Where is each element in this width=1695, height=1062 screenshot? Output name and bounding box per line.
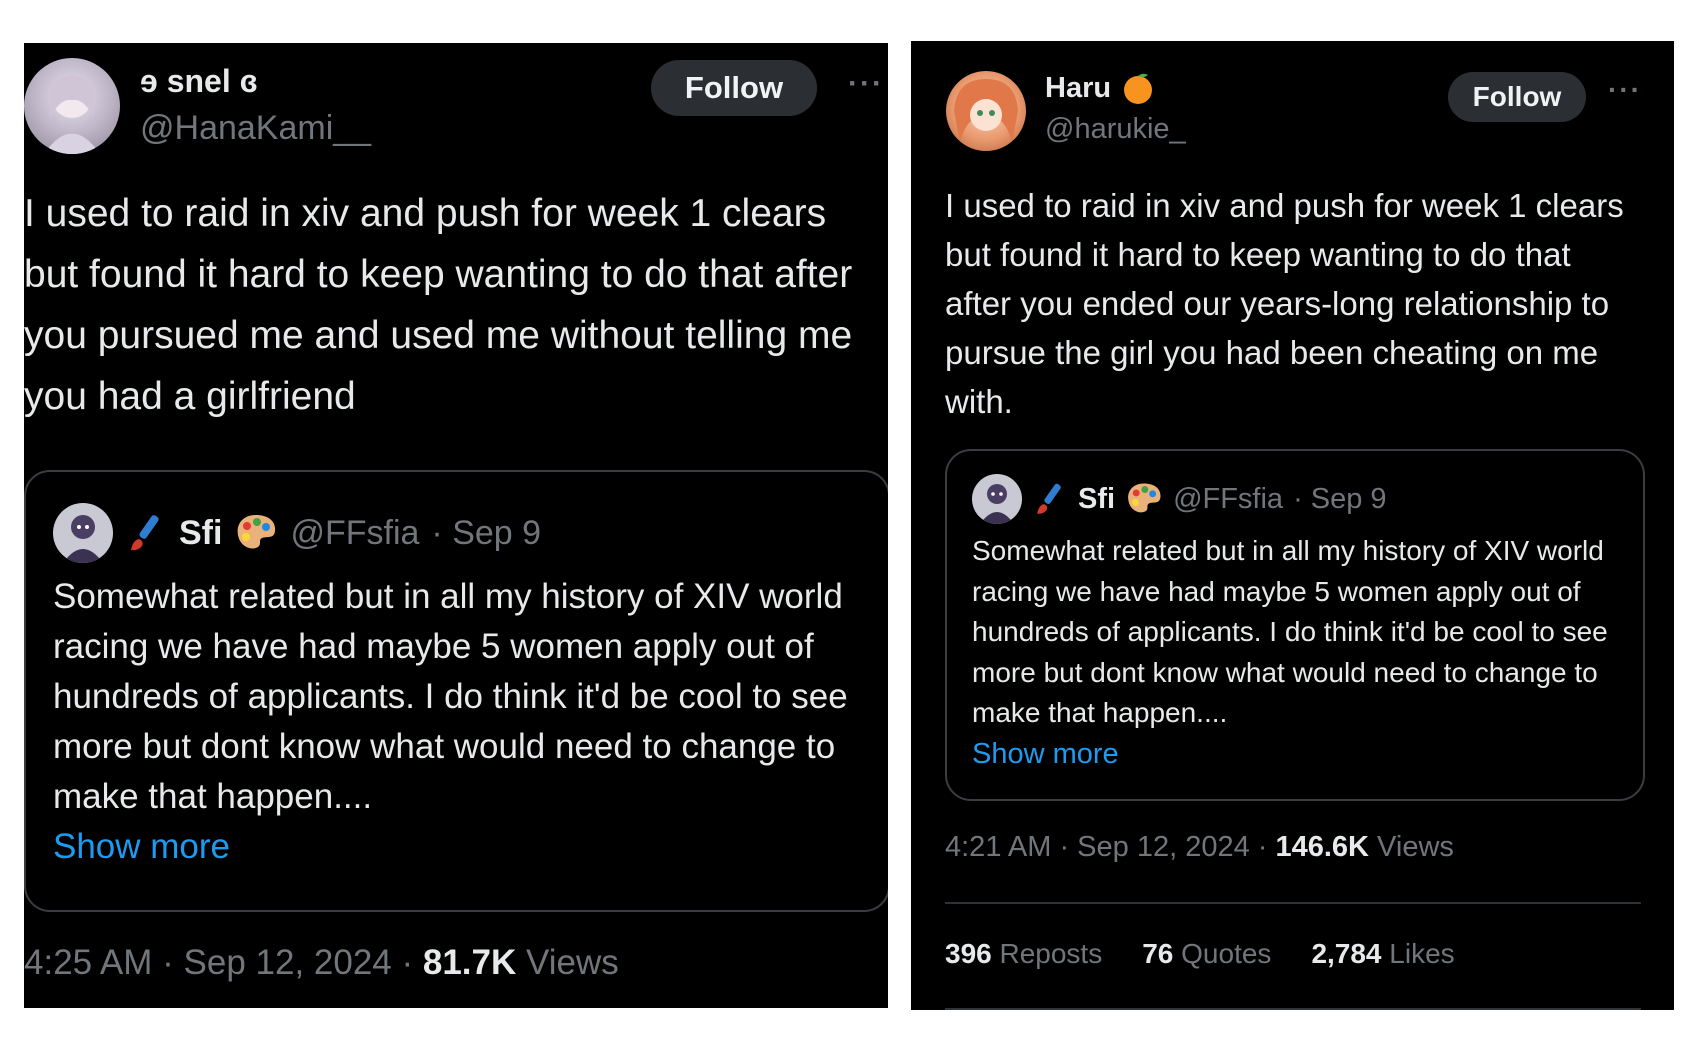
author-handle[interactable]: @HanaKami__	[140, 109, 371, 148]
orange-emoji-icon	[1121, 71, 1155, 105]
tweet-left: ɘ snel ɞ @HanaKami__ Follow ··· I used t…	[24, 43, 888, 1008]
paintbrush-icon	[1032, 481, 1068, 517]
quoted-author-avatar[interactable]	[53, 503, 113, 563]
author-avatar[interactable]	[946, 71, 1026, 151]
quoted-tweet-date: · Sep 9	[431, 513, 542, 552]
more-icon[interactable]: ···	[1608, 74, 1642, 106]
tweet-right: Haru @harukie_ Follow ··· I used to raid…	[911, 41, 1674, 1010]
show-more-link[interactable]: Show more	[972, 734, 1119, 774]
author-name[interactable]: ɘ snel ɞ	[140, 63, 258, 100]
palette-icon	[1125, 480, 1163, 518]
views-label: Views	[1369, 831, 1454, 863]
quoted-author-handle[interactable]: @FFsfia	[290, 514, 419, 553]
quoted-tweet-text: Somewhat related but in all my history o…	[53, 577, 848, 816]
quoted-tweet-text: Somewhat related but in all my history o…	[972, 535, 1608, 728]
views-label: Views	[516, 943, 619, 982]
quoted-tweet-header: Sfi @FFsfia · Sep 9	[53, 502, 541, 564]
likes-count: 2,784	[1311, 938, 1382, 969]
tweet-timestamp[interactable]: 4:25 AM · Sep 12, 2024 ·	[24, 943, 423, 982]
views-count: 81.7K	[422, 943, 517, 982]
author-name-text[interactable]: Haru	[1045, 72, 1111, 105]
quoted-author-name[interactable]: Sfi	[1078, 483, 1115, 516]
quoted-author-handle[interactable]: @FFsfia	[1173, 483, 1283, 516]
reposts-label: Reposts	[991, 938, 1103, 969]
quoted-author-name[interactable]: Sfi	[179, 514, 222, 553]
paintbrush-icon	[125, 512, 167, 554]
engagement-stats: 396 Reposts 76 Quotes 2,784 Likes	[945, 938, 1455, 970]
follow-button[interactable]: Follow	[651, 60, 817, 116]
likes-stat[interactable]: 2,784 Likes	[1311, 938, 1454, 970]
quotes-stat[interactable]: 76 Quotes	[1142, 938, 1271, 970]
tweet-text: I used to raid in xiv and push for week …	[945, 187, 1624, 420]
quoted-tweet-date: · Sep 9	[1293, 482, 1387, 515]
quotes-label: Quotes	[1173, 938, 1272, 969]
more-icon[interactable]: ···	[848, 67, 884, 101]
likes-label: Likes	[1381, 938, 1455, 969]
quoted-author-avatar[interactable]	[972, 474, 1022, 524]
author-name[interactable]: Haru	[1045, 71, 1155, 105]
author-avatar[interactable]	[24, 58, 120, 154]
divider	[945, 1008, 1641, 1010]
quoted-tweet[interactable]: Sfi @FFsfia · Sep 9 Somewhat related but…	[24, 470, 888, 912]
divider	[945, 902, 1641, 904]
tweet-timestamp[interactable]: 4:21 AM · Sep 12, 2024 ·	[945, 831, 1275, 863]
tweet-meta: 4:25 AM · Sep 12, 2024 · 81.7K Views	[24, 943, 619, 983]
show-more-link[interactable]: Show more	[53, 822, 230, 872]
views-count: 146.6K	[1275, 831, 1369, 863]
quotes-count: 76	[1142, 938, 1174, 969]
reposts-count: 396	[945, 938, 992, 969]
palette-icon	[234, 511, 278, 555]
tweet-meta: 4:21 AM · Sep 12, 2024 · 146.6K Views	[945, 831, 1454, 864]
quoted-tweet[interactable]: Sfi @FFsfia · Sep 9 Somewhat related but…	[945, 449, 1645, 801]
author-handle[interactable]: @harukie_	[1045, 113, 1186, 146]
tweet-text: I used to raid in xiv and push for week …	[24, 192, 853, 418]
quoted-tweet-header: Sfi @FFsfia · Sep 9	[972, 473, 1387, 525]
reposts-stat[interactable]: 396 Reposts	[945, 938, 1102, 970]
follow-button[interactable]: Follow	[1448, 72, 1586, 122]
